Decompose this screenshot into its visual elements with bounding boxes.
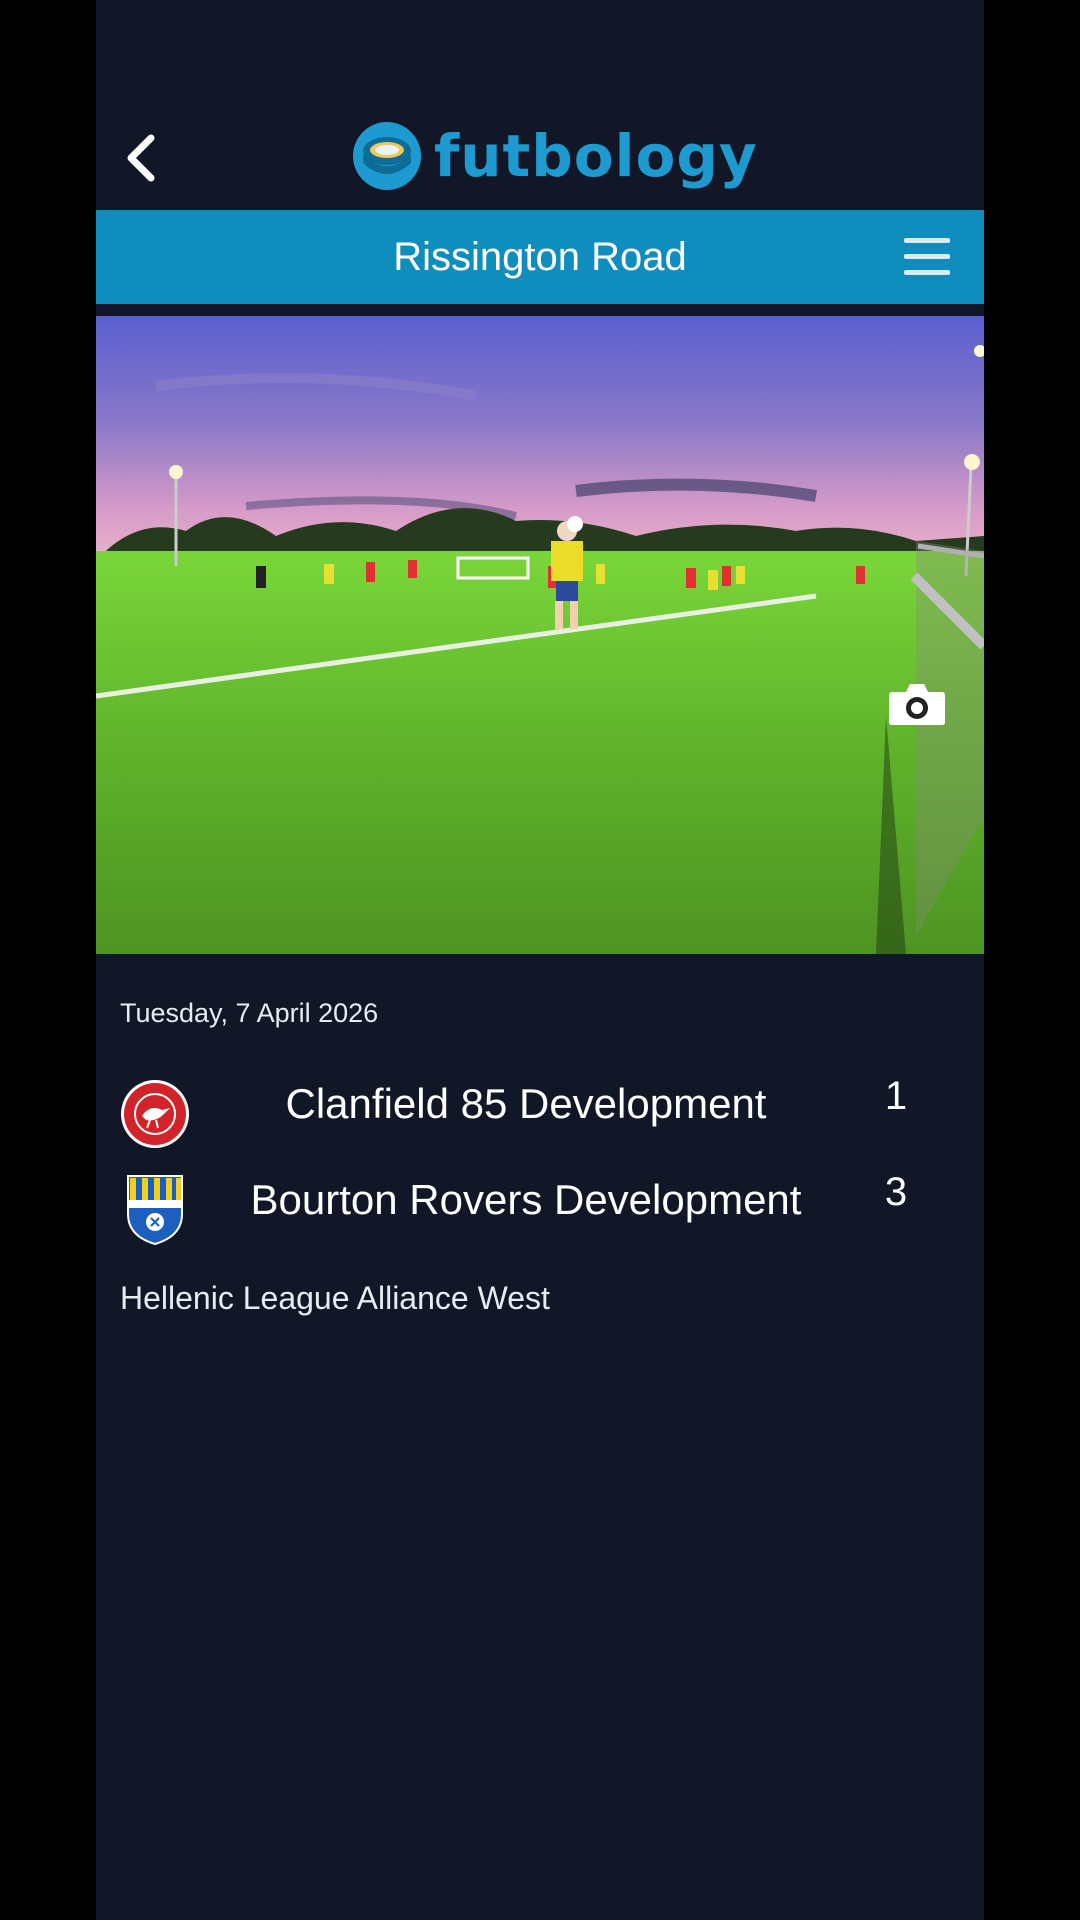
away-team-row[interactable]: Bourton Rovers Development 3 — [96, 1164, 984, 1246]
venue-photo-image — [96, 316, 984, 954]
hamburger-menu-icon — [904, 238, 950, 275]
home-team-score: 1 — [884, 1074, 908, 1118]
away-team-name: Bourton Rovers Development — [250, 1176, 802, 1223]
home-team-name: Clanfield 85 Development — [285, 1080, 767, 1127]
venue-title: Rissington Road — [393, 234, 687, 279]
stadium-logo-icon — [353, 122, 421, 190]
app-logo: futbology — [352, 120, 758, 192]
back-button[interactable] — [116, 128, 166, 188]
top-bar: futbology — [96, 0, 984, 210]
app-screen: futbology Rissington Road Tuesday, 7 Apr… — [96, 0, 984, 1920]
competition-name[interactable]: Hellenic League Alliance West — [120, 1280, 550, 1317]
clanfield-crest-icon — [121, 1080, 189, 1148]
match-date: Tuesday, 7 April 2026 — [120, 998, 379, 1028]
menu-button[interactable] — [904, 238, 950, 276]
add-photo-button[interactable] — [888, 680, 946, 726]
venue-photo[interactable] — [96, 316, 984, 954]
away-team-score: 3 — [884, 1170, 908, 1214]
bourton-rovers-crest-icon — [127, 1175, 183, 1246]
venue-title-bar: Rissington Road — [96, 210, 984, 304]
camera-icon — [889, 684, 945, 725]
chevron-left-icon — [127, 134, 155, 182]
home-team-row[interactable]: Clanfield 85 Development 1 — [96, 1068, 984, 1148]
brand-name: futbology — [434, 122, 758, 190]
